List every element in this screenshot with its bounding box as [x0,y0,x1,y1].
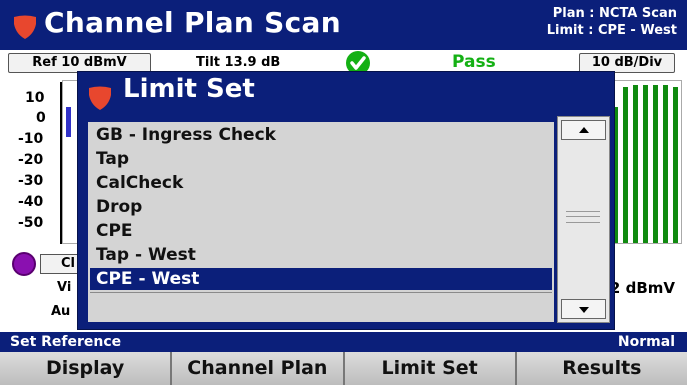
spectrum-bar [653,85,658,243]
limit-set-softkey[interactable]: Limit Set [344,352,515,385]
display-softkey[interactable]: Display [0,352,171,385]
limit-set-dialog: Limit Set GB - Ingress Check Tap CalChec… [77,71,615,330]
pass-status: Pass [452,52,496,72]
list-item[interactable]: CalCheck [90,172,552,194]
shield-icon [14,15,36,39]
y-tick-label: -40 [18,194,44,210]
tilt-value: Tilt 13.9 dB [196,55,281,70]
marker-label: Cl [61,256,75,271]
scale-box[interactable]: 10 dB/Div [579,53,675,73]
status-left: Set Reference [10,334,122,350]
limit-list-frame: GB - Ingress Check Tap CalCheck Drop CPE… [82,116,555,323]
scroll-down-button[interactable] [561,299,606,319]
scroll-grip[interactable] [566,211,600,223]
list-item[interactable]: Tap [90,148,552,170]
results-softkey[interactable]: Results [516,352,687,385]
list-item[interactable]: Tap - West [90,244,552,266]
y-tick-label: 0 [36,110,46,126]
video-label: Vi [57,280,72,295]
y-axis: 10 0 -10 -20 -30 -40 -50 [0,74,60,254]
title-bar: Channel Plan Scan Plan : NCTA Scan Limit… [0,0,687,50]
dialog-title: Limit Set [123,74,255,104]
spectrum-bar [623,87,628,243]
list-item[interactable]: GB - Ingress Check [90,124,552,146]
status-right: Normal [617,334,675,350]
spectrum-bar [663,85,668,243]
list-item[interactable] [90,292,552,319]
app-title: Channel Plan Scan [44,6,341,39]
limit-label: Limit : CPE - West [546,23,677,38]
status-bar: Set Reference Normal [0,332,687,352]
y-tick-label: -50 [18,215,44,231]
plan-info: Plan : NCTA Scan Limit : CPE - West [547,5,677,39]
y-tick-label: 10 [25,90,45,106]
scroll-up-button[interactable] [561,120,606,140]
spectrum-bar [633,85,638,243]
softkey-bar: Display Channel Plan Limit Set Results [0,352,687,385]
list-item[interactable]: CPE [90,220,552,242]
marker-icon[interactable] [12,252,36,276]
spectrum-bar [66,107,71,137]
list-item[interactable]: Drop [90,196,552,218]
triangle-down-icon [579,307,589,313]
reference-level-box[interactable]: Ref 10 dBmV [8,53,151,73]
spectrum-bar [673,87,678,243]
y-tick-label: -10 [18,131,44,147]
spectrum-bar [643,85,648,243]
audio-label: Au [51,304,71,319]
channel-plan-softkey[interactable]: Channel Plan [172,352,343,385]
y-tick-label: -30 [18,173,44,189]
plan-label: Plan : NCTA Scan [552,6,677,21]
list-item-selected[interactable]: CPE - West [90,268,552,290]
shield-icon [89,86,111,110]
level-readout: 2 dBmV [609,279,675,297]
limit-list: GB - Ingress Check Tap CalCheck Drop CPE… [87,121,555,323]
marker-channel-box[interactable]: Cl [40,254,80,274]
triangle-up-icon [579,127,589,133]
y-tick-label: -20 [18,152,44,168]
list-scrollbar[interactable] [557,116,610,323]
